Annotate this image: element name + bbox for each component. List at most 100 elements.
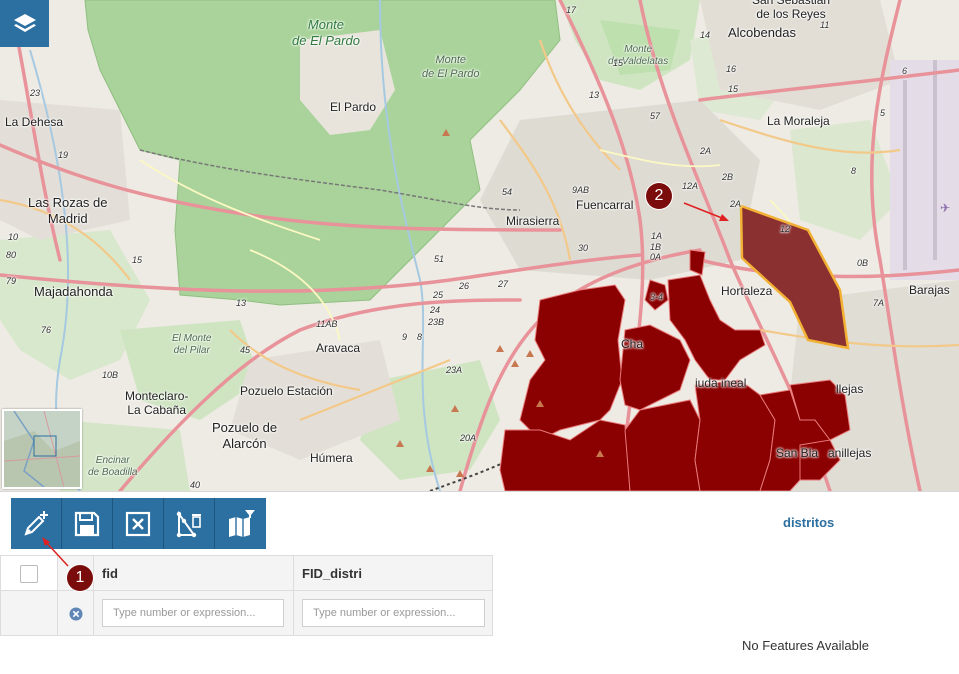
road-ref: 2A [700, 146, 712, 156]
road-ref: 7A [873, 298, 885, 308]
road-ref: 9AB [572, 185, 590, 195]
column-header-fid-distri[interactable]: FID_distri [294, 556, 493, 591]
column-header-label: FID_distri [302, 566, 362, 581]
overview-map-thumbnail [3, 410, 81, 488]
label-ciudad-lineal: iuda ineal [695, 376, 747, 390]
delete-geometry-button[interactable] [164, 498, 215, 549]
road-ref: 10B [102, 370, 119, 380]
road-ref: 11 [820, 20, 830, 30]
road-ref: 2B [722, 172, 734, 182]
layers-icon [13, 13, 36, 32]
map-view[interactable]: ✈ Monte de El Pardo Monte de El Pardo Mo… [0, 0, 959, 491]
road-ref: 16 [726, 64, 737, 74]
empty-grid-message: No Features Available [742, 638, 869, 653]
road-ref: 23 [30, 88, 41, 98]
label-aravaca: Aravaca [316, 341, 361, 355]
clear-filter-icon[interactable] [69, 607, 83, 621]
road-ref: 24 [430, 305, 441, 315]
map-basemap: ✈ [0, 0, 959, 491]
map-filter-icon [228, 509, 255, 537]
label-la-moraleja: La Moraleja [767, 114, 830, 128]
road-ref: 8 [417, 332, 423, 342]
close-box-icon [125, 511, 151, 536]
label-pozuelo-de-alarcon: Pozuelo de Alarcón [212, 420, 278, 451]
label-hortaleza: Hortaleza [721, 284, 773, 298]
svg-text:✈: ✈ [940, 201, 950, 215]
cancel-edit-button[interactable] [113, 498, 164, 549]
label-canillejas: anillejas [828, 446, 872, 460]
road-ref: 23B [428, 317, 445, 327]
road-ref: 26 [459, 281, 470, 291]
label-humera: Húmera [310, 451, 353, 465]
road-ref: 23A [446, 365, 463, 375]
road-ref: 1B [650, 242, 662, 252]
label-monteclaro: Monteclaro- La Cabaña [125, 389, 189, 417]
label-mirasierra: Mirasierra [506, 214, 560, 228]
road-ref: 9 [402, 332, 408, 342]
label-monte-de-el-pardo: Monte de El Pardo [292, 17, 360, 48]
road-ref: 5 [880, 108, 886, 118]
label-pozuelo-estacion: Pozuelo Estación [240, 384, 333, 398]
road-ref: 13 [236, 298, 247, 308]
filter-row-spacer [1, 591, 58, 635]
road-ref: 79 [6, 276, 17, 286]
filter-cell-fid [94, 591, 294, 635]
road-ref: 13 [589, 90, 600, 100]
road-ref: 2A [730, 199, 742, 209]
road-ref: 0A [650, 252, 662, 262]
road-ref: 11AB [316, 319, 338, 329]
road-ref: 6 [902, 66, 908, 76]
label-las-rozas: Las Rozas de Madrid [28, 195, 108, 226]
column-header-fid[interactable]: fid [94, 556, 294, 591]
clear-filter-cell [58, 591, 94, 635]
layer-switcher-button[interactable] [0, 0, 49, 47]
road-ref: 20A [460, 433, 477, 443]
road-ref: 14 [700, 30, 711, 40]
road-ref: 54 [502, 187, 513, 197]
road-ref: 25 [433, 290, 444, 300]
label-alcobendas: Alcobendas [728, 25, 796, 40]
road-ref: 12A [682, 181, 699, 191]
label-san-blas: San Bla [776, 446, 819, 460]
polygon-trash-icon [176, 510, 201, 537]
label-majadahonda: Majadahonda [34, 284, 113, 299]
road-ref: 15 [132, 255, 143, 265]
road-ref: 15 [613, 58, 624, 68]
label-el-monte-del-pilar: El Monte del Pilar [172, 333, 212, 356]
road-ref: 40 [190, 480, 201, 490]
road-ref: 45 [240, 345, 251, 355]
label-fuencarral: Fuencarral [576, 198, 634, 212]
filter-cell-fid-distri [294, 591, 493, 635]
label-monte-de-el-pardo-small: Monte de El Pardo [422, 54, 480, 80]
road-ref: 51 [434, 254, 445, 264]
zoom-to-features-button[interactable] [215, 498, 266, 549]
annotation-marker-1: 1 [67, 565, 93, 591]
road-ref: 76 [41, 325, 52, 335]
filter-input-fid-distri[interactable] [302, 599, 485, 627]
label-villejas: llejas [836, 382, 864, 396]
annotation-marker-2: 2 [646, 183, 672, 209]
label-encinar-de-boadilla: Encinar de Boadilla [88, 455, 138, 478]
road-ref: 57 [650, 111, 661, 121]
road-ref: 19 [58, 150, 69, 160]
road-ref: 3-4 [650, 292, 664, 302]
road-ref: 80 [6, 250, 17, 260]
road-ref: 12 [780, 224, 791, 234]
road-ref: 1A [651, 231, 663, 241]
label-chamartin: Cha [621, 337, 644, 351]
label-barajas: Barajas [909, 283, 950, 297]
label-san-sebastian: San Sebastián de los Reyes [752, 0, 831, 21]
road-ref: 0B [857, 258, 869, 268]
overview-map[interactable] [2, 409, 82, 489]
road-ref: 27 [498, 279, 509, 289]
road-ref: 17 [566, 5, 577, 15]
attribute-table-panel: distritos fid FID_distri Type number or … [0, 491, 959, 674]
layer-title: distritos [783, 515, 835, 530]
label-el-pardo: El Pardo [330, 100, 377, 114]
road-ref: 10 [8, 232, 19, 242]
road-ref: 30 [578, 243, 589, 253]
road-ref: 15 [728, 84, 739, 94]
filter-input-fid[interactable] [102, 599, 284, 627]
label-la-dehesa: La Dehesa [5, 115, 64, 129]
road-ref: 8 [851, 166, 857, 176]
